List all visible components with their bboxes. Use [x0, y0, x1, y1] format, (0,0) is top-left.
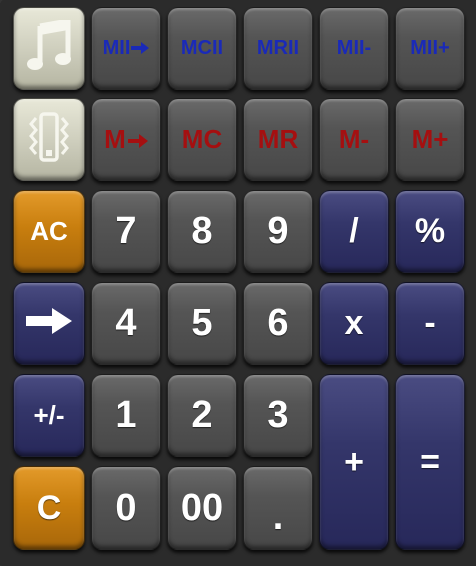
memory2-store-label: MII [102, 37, 131, 59]
memory2-plus-label: MII+ [410, 37, 450, 59]
key-00-button[interactable]: 00 [167, 466, 237, 550]
percent-label: % [414, 212, 446, 250]
clear-button[interactable]: C [13, 466, 85, 550]
sign-toggle-label: +/- [33, 400, 65, 430]
memory2-recall-button[interactable]: MRII [243, 7, 313, 90]
memory2-store-button[interactable]: MII [91, 7, 161, 90]
key-2-label: 2 [191, 394, 213, 436]
key-8-label: 8 [191, 210, 213, 252]
multiply-button[interactable]: x [319, 282, 389, 365]
memory-store-label: M [104, 124, 126, 154]
decimal-button[interactable]: . [243, 466, 313, 550]
memory-clear-button[interactable]: MC [167, 98, 237, 181]
key-7-button[interactable]: 7 [91, 190, 161, 273]
key-3-button[interactable]: 3 [243, 374, 313, 457]
memory2-minus-button[interactable]: MII- [319, 7, 389, 90]
all-clear-label: AC [30, 216, 68, 246]
key-9-label: 9 [267, 210, 289, 252]
add-label: + [344, 442, 364, 481]
arrow-right-icon [127, 124, 148, 155]
key-1-button[interactable]: 1 [91, 374, 161, 457]
key-5-label: 5 [191, 302, 213, 344]
key-6-button[interactable]: 6 [243, 282, 313, 365]
memory2-recall-label: MRII [256, 37, 300, 59]
key-4-label: 4 [115, 302, 137, 344]
multiply-label: x [344, 304, 364, 342]
memory2-minus-label: MII- [336, 37, 372, 59]
key-6-label: 6 [267, 302, 289, 344]
subtract-label: - [424, 304, 436, 342]
key-1-label: 1 [115, 394, 137, 436]
memory-clear-label: MC [181, 124, 223, 154]
clear-label: C [36, 488, 62, 527]
decimal-label: . [272, 495, 284, 538]
divide-button[interactable]: / [319, 190, 389, 273]
memory2-plus-button[interactable]: MII+ [395, 7, 465, 90]
key-2-button[interactable]: 2 [167, 374, 237, 457]
percent-button[interactable]: % [395, 190, 465, 273]
memory2-clear-label: MCII [180, 37, 224, 59]
arrow-right-icon [26, 308, 72, 339]
memory-plus-button[interactable]: M+ [395, 98, 465, 181]
key-3-label: 3 [267, 394, 289, 436]
memory2-clear-button[interactable]: MCII [167, 7, 237, 90]
equals-button[interactable]: = [395, 374, 465, 550]
key-8-button[interactable]: 8 [167, 190, 237, 273]
memory-minus-button[interactable]: M- [319, 98, 389, 181]
sign-toggle-button[interactable]: +/- [13, 374, 85, 457]
equals-label: = [420, 442, 440, 481]
arrow-right-icon [131, 37, 150, 60]
key-9-button[interactable]: 9 [243, 190, 313, 273]
memory-recall-label: MR [257, 124, 299, 154]
key-7-label: 7 [115, 210, 137, 252]
vibrate-phone-icon [26, 110, 72, 169]
key-0-button[interactable]: 0 [91, 466, 161, 550]
key-00-label: 00 [180, 486, 224, 529]
memory-recall-button[interactable]: MR [243, 98, 313, 181]
vibrate-toggle-button[interactable] [13, 98, 85, 181]
divide-label: / [349, 212, 359, 250]
add-button[interactable]: + [319, 374, 389, 550]
memory-plus-label: M+ [411, 124, 449, 154]
key-4-button[interactable]: 4 [91, 282, 161, 365]
key-5-button[interactable]: 5 [167, 282, 237, 365]
memory-minus-label: M- [338, 124, 370, 154]
subtract-button[interactable]: - [395, 282, 465, 365]
music-note-icon [26, 18, 72, 77]
sound-toggle-button[interactable] [13, 7, 85, 90]
all-clear-button[interactable]: AC [13, 190, 85, 273]
backspace-button[interactable] [13, 282, 85, 365]
key-0-label: 0 [115, 486, 137, 529]
memory-store-button[interactable]: M [91, 98, 161, 181]
